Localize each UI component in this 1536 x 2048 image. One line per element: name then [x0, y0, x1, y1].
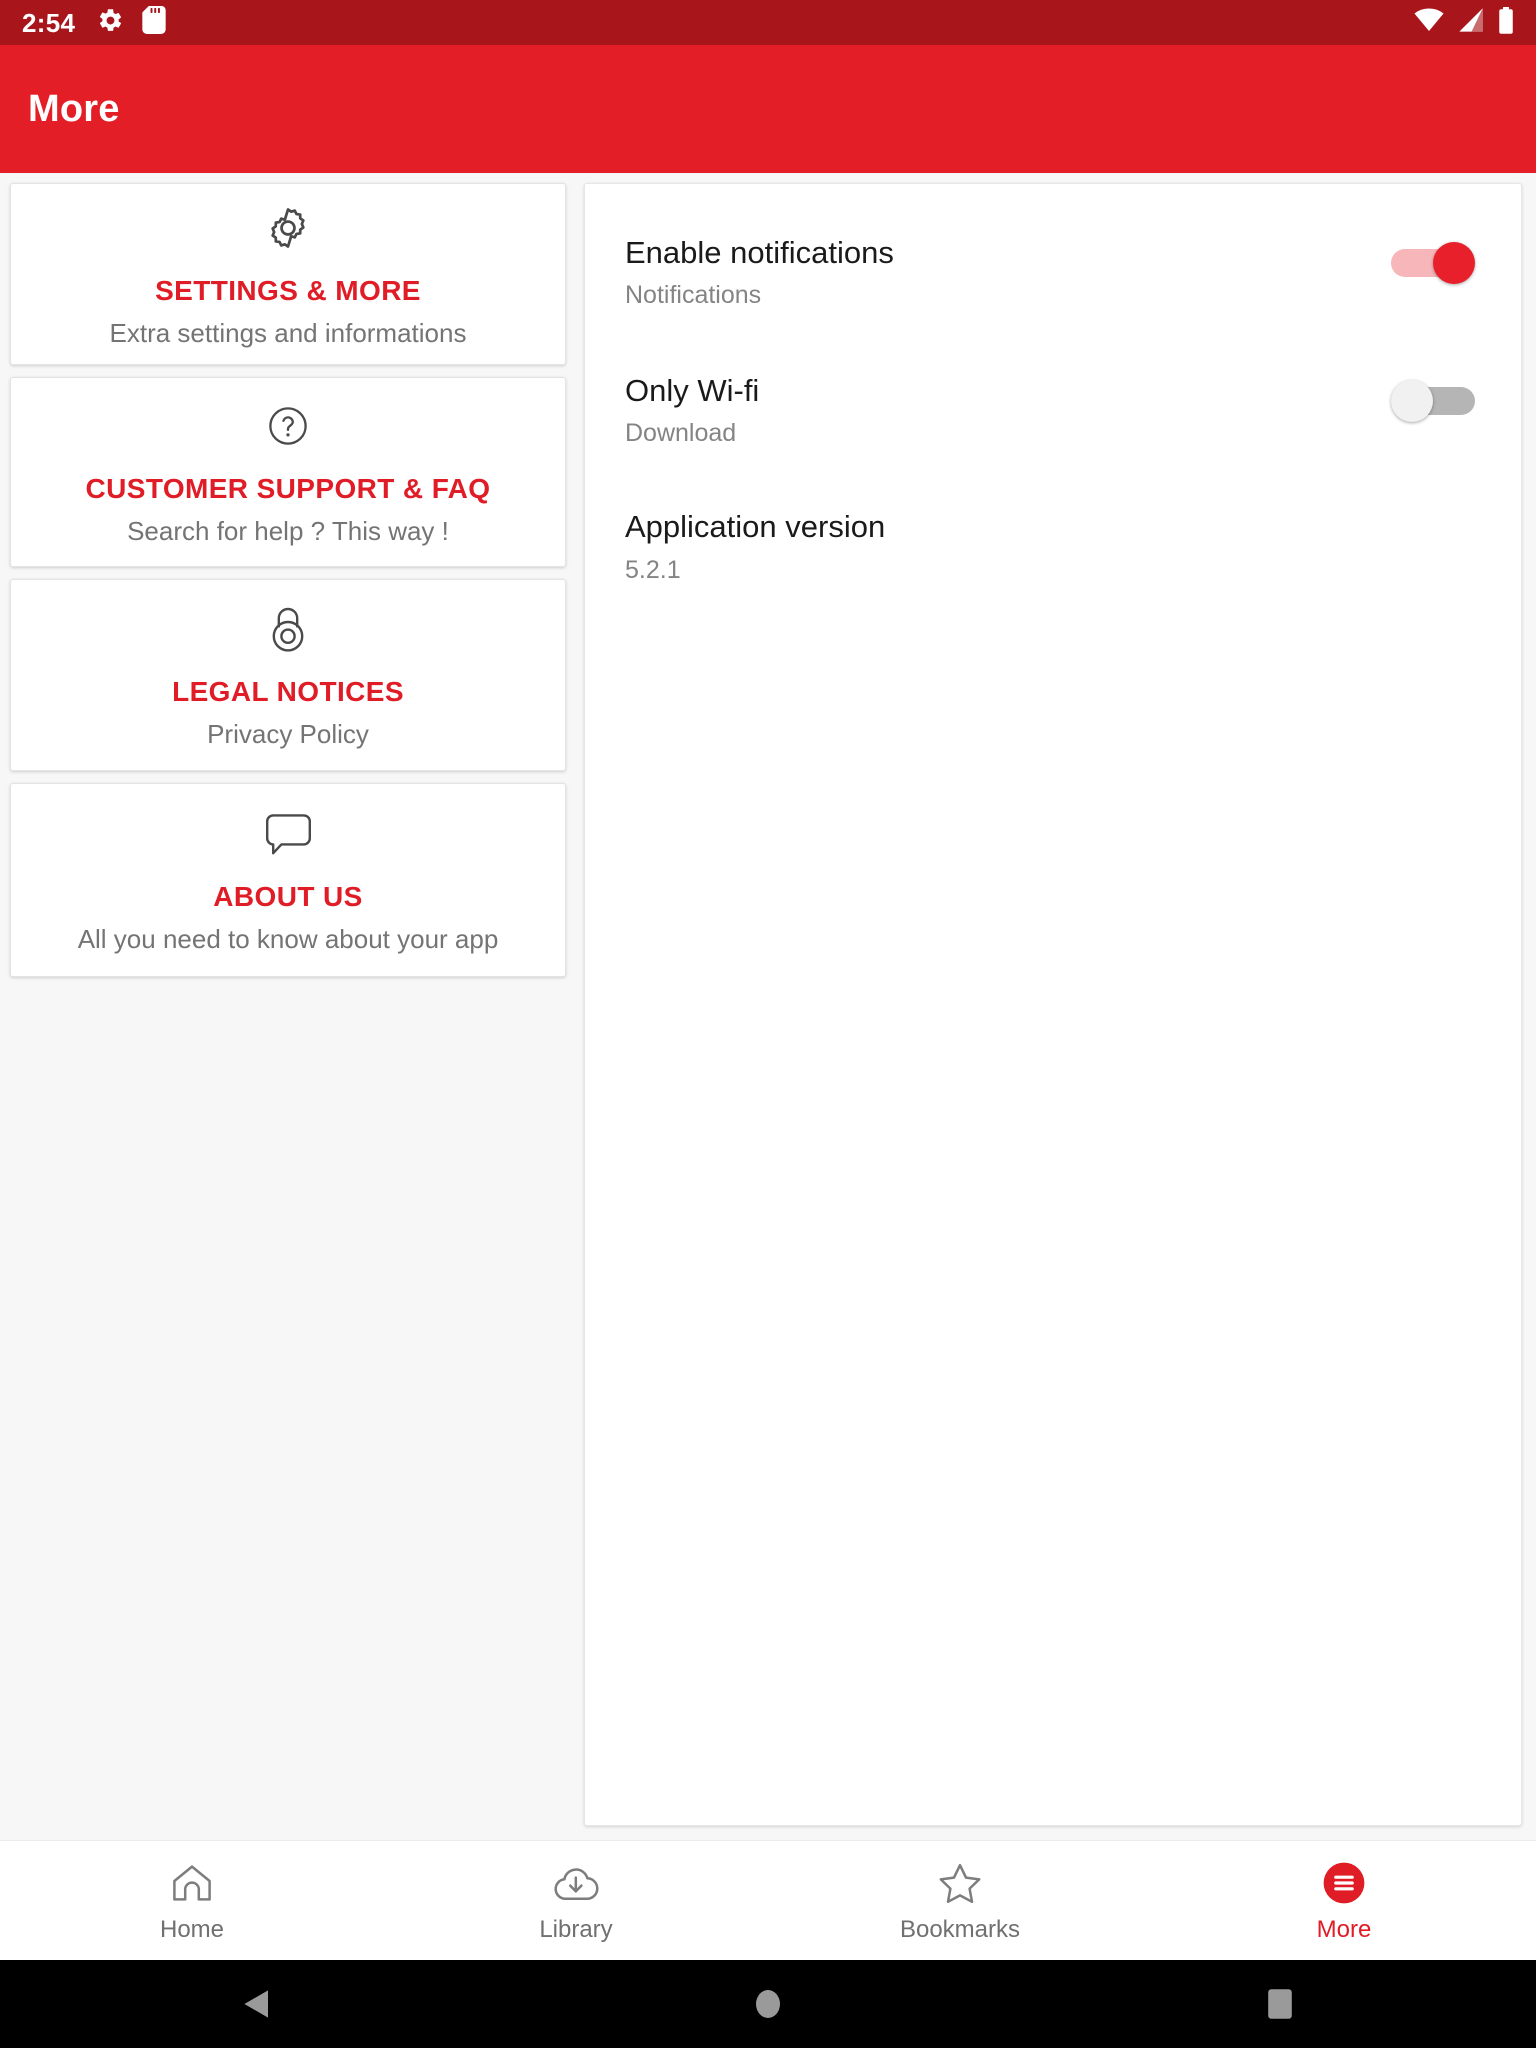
nav-item-bookmarks[interactable]: Bookmarks: [768, 1859, 1152, 1942]
setting-text: Application version 5.2.1: [625, 508, 885, 584]
recents-square-icon[interactable]: [1180, 1988, 1380, 2020]
nav-item-library[interactable]: Library: [384, 1859, 768, 1942]
signal-icon: [1457, 8, 1485, 37]
menu-card-legal-notices[interactable]: LEGAL NOTICES Privacy Policy: [10, 579, 566, 771]
setting-row-application-version: Application version 5.2.1: [625, 508, 1477, 584]
toggle-thumb: [1391, 380, 1433, 423]
nav-label: Home: [159, 1916, 225, 1943]
home-icon: [170, 1859, 214, 1907]
menu-card-title: CUSTOMER SUPPORT & FAQ: [85, 473, 491, 505]
sd-card-icon: [142, 6, 166, 39]
bottom-navigation-bar: Home Library Bookmarks More: [0, 1840, 1536, 1960]
setting-row-only-wifi[interactable]: Only Wi-fi Download: [625, 372, 1477, 448]
question-circle-icon: [265, 397, 311, 455]
menu-card-list: SETTINGS & MORE Extra settings and infor…: [0, 173, 578, 977]
back-triangle-icon[interactable]: [156, 1988, 356, 2020]
menu-card-title: SETTINGS & MORE: [155, 275, 421, 307]
system-navigation-bar: [0, 1960, 1536, 2048]
menu-card-subtitle: Privacy Policy: [207, 718, 369, 749]
app-bar: More: [0, 45, 1536, 173]
wifi-icon: [1414, 8, 1444, 37]
gear-icon: [263, 199, 313, 257]
toggle-enable-notifications[interactable]: [1391, 240, 1477, 286]
setting-title: Enable notifications: [625, 235, 894, 270]
page-title: More: [28, 87, 120, 130]
status-bar-clock: 2:54: [22, 7, 76, 38]
menu-card-customer-support-and-faq[interactable]: CUSTOMER SUPPORT & FAQ Search for help ?…: [10, 377, 566, 567]
setting-text: Enable notifications Notifications: [625, 234, 894, 310]
padlock-icon: [266, 600, 310, 658]
setting-text: Only Wi-fi Download: [625, 372, 759, 448]
nav-item-more[interactable]: More: [1152, 1859, 1536, 1942]
setting-subtitle: Download: [625, 419, 737, 448]
nav-label: Bookmarks: [899, 1916, 1021, 1943]
setting-title: Only Wi-fi: [625, 373, 760, 409]
nav-label: Library: [539, 1916, 613, 1943]
menu-card-settings-and-more[interactable]: SETTINGS & MORE Extra settings and infor…: [10, 183, 566, 365]
setting-title: Application version: [625, 509, 886, 545]
chat-bubble-icon: [263, 805, 313, 863]
setting-row-enable-notifications[interactable]: Enable notifications Notifications: [625, 234, 1477, 310]
gear-icon: [97, 7, 124, 39]
battery-icon: [1498, 6, 1514, 39]
status-bar-right-icons: [1414, 6, 1514, 39]
toggle-thumb: [1433, 242, 1475, 284]
menu-card-subtitle: Extra settings and informations: [109, 317, 467, 348]
status-bar: 2:54: [0, 0, 1536, 45]
status-bar-left-icons: [97, 6, 166, 39]
settings-panel: Enable notifications Notifications Only …: [584, 183, 1522, 1826]
menu-card-title: ABOUT US: [213, 881, 363, 913]
nav-item-home[interactable]: Home: [0, 1859, 384, 1942]
star-icon: [938, 1859, 982, 1907]
menu-card-about-us[interactable]: ABOUT US All you need to know about your…: [10, 783, 566, 977]
menu-card-title: LEGAL NOTICES: [172, 676, 404, 708]
toggle-only-wifi[interactable]: [1391, 378, 1477, 424]
setting-value: 5.2.1: [625, 555, 681, 584]
settings-panel-wrapper: Enable notifications Notifications Only …: [578, 173, 1536, 1840]
home-circle-icon[interactable]: [668, 1989, 868, 2019]
hamburger-circle-icon: [1322, 1859, 1366, 1907]
nav-label: More: [1316, 1916, 1372, 1943]
menu-card-subtitle: All you need to know about your app: [77, 923, 499, 954]
screen-root: 2:54 More SETTINGS & MORE Extra settings…: [0, 0, 1536, 2048]
cloud-download-icon: [553, 1859, 599, 1907]
setting-subtitle: Notifications: [625, 281, 762, 310]
menu-card-subtitle: Search for help ? This way !: [127, 515, 449, 546]
content-area: SETTINGS & MORE Extra settings and infor…: [0, 173, 1536, 1840]
